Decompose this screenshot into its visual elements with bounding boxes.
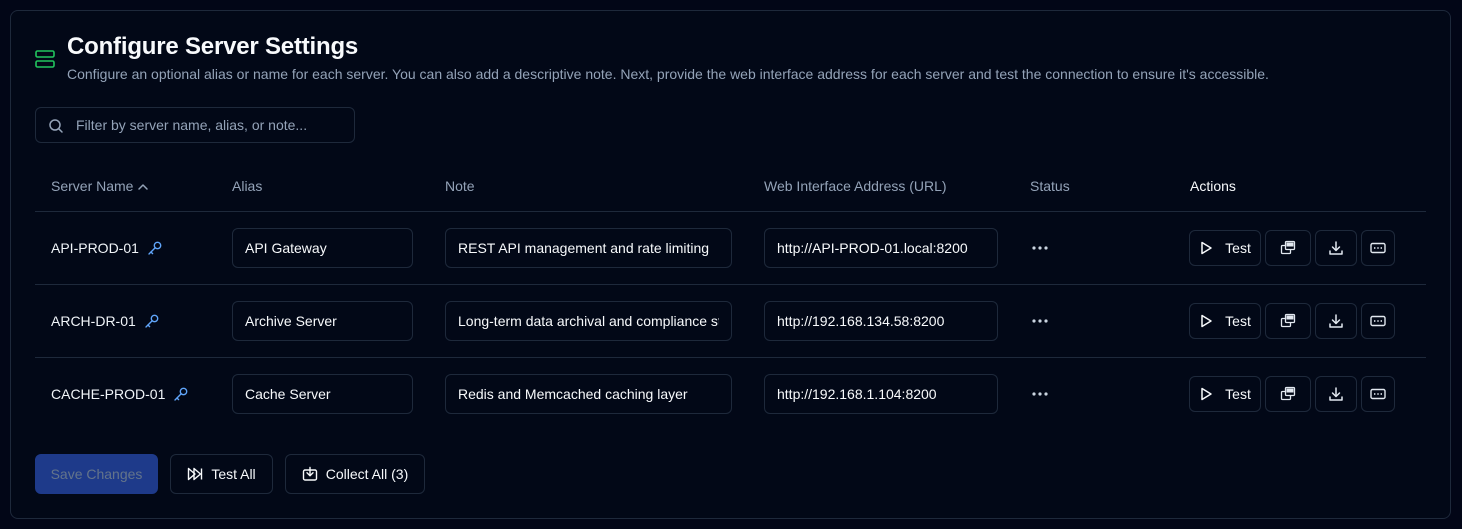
- server-icon: [35, 50, 55, 68]
- key-icon[interactable]: [144, 313, 160, 329]
- download-icon: [1329, 387, 1343, 401]
- save-changes-button[interactable]: Save Changes: [35, 454, 158, 494]
- note-input[interactable]: [445, 374, 732, 414]
- test-button[interactable]: Test: [1189, 230, 1261, 266]
- terminal-icon: [1370, 315, 1386, 327]
- alias-input[interactable]: [232, 374, 413, 414]
- server-name: CACHE-PROD-01: [51, 386, 166, 402]
- test-all-button[interactable]: Test All: [170, 454, 273, 494]
- terminal-icon: [1370, 242, 1386, 254]
- collect-icon: [302, 466, 317, 481]
- key-icon[interactable]: [173, 386, 189, 402]
- download-icon: [1329, 314, 1343, 328]
- download-button[interactable]: [1315, 230, 1357, 266]
- terminal-button[interactable]: [1361, 230, 1395, 266]
- terminal-icon: [1370, 388, 1386, 400]
- download-button[interactable]: [1315, 376, 1357, 412]
- table-row: ARCH-DR-01 Test: [35, 285, 1426, 358]
- play-icon: [1201, 387, 1212, 401]
- server-name-cell: API-PROD-01: [51, 240, 163, 256]
- table-row: API-PROD-01 Test: [35, 212, 1426, 285]
- status-pending-icon: [1032, 392, 1048, 396]
- column-header-note: Note: [445, 178, 475, 194]
- status-pending-icon: [1032, 246, 1048, 250]
- server-name: API-PROD-01: [51, 240, 139, 256]
- windows-icon: [1280, 240, 1296, 255]
- test-button[interactable]: Test: [1189, 376, 1261, 412]
- server-name: ARCH-DR-01: [51, 313, 136, 329]
- alias-input[interactable]: [232, 301, 413, 341]
- page-title: Configure Server Settings: [67, 33, 359, 60]
- server-name-cell: CACHE-PROD-01: [51, 386, 189, 402]
- column-header-url: Web Interface Address (URL): [764, 178, 947, 194]
- table-header: Server Name Alias Note Web Interface Add…: [35, 161, 1426, 212]
- url-input[interactable]: [764, 301, 998, 341]
- terminal-button[interactable]: [1361, 376, 1395, 412]
- column-header-actions: Actions: [1190, 178, 1236, 194]
- note-input[interactable]: [445, 301, 732, 341]
- windows-icon: [1280, 313, 1296, 328]
- collect-all-button[interactable]: Collect All (3): [285, 454, 425, 494]
- open-remote-button[interactable]: [1265, 303, 1311, 339]
- test-button-label: Test: [1225, 240, 1251, 256]
- test-button[interactable]: Test: [1189, 303, 1261, 339]
- server-name-cell: ARCH-DR-01: [51, 313, 160, 329]
- test-all-label: Test All: [211, 466, 256, 482]
- column-label: Server Name: [51, 178, 134, 194]
- search-input[interactable]: [76, 108, 346, 142]
- server-settings-card: Configure Server Settings Configure an o…: [10, 10, 1451, 519]
- sort-ascending-icon: [138, 184, 149, 191]
- terminal-button[interactable]: [1361, 303, 1395, 339]
- url-input[interactable]: [764, 228, 998, 268]
- play-icon: [1201, 314, 1212, 328]
- fast-forward-icon: [188, 467, 203, 481]
- test-button-label: Test: [1225, 386, 1251, 402]
- download-button[interactable]: [1315, 303, 1357, 339]
- windows-icon: [1280, 386, 1296, 401]
- open-remote-button[interactable]: [1265, 230, 1311, 266]
- search-box[interactable]: [35, 107, 355, 143]
- play-icon: [1201, 241, 1212, 255]
- note-input[interactable]: [445, 228, 732, 268]
- search-icon: [49, 119, 63, 133]
- open-remote-button[interactable]: [1265, 376, 1311, 412]
- collect-all-label: Collect All (3): [325, 466, 409, 482]
- table-row: CACHE-PROD-01 Test: [35, 358, 1426, 431]
- column-header-alias: Alias: [232, 178, 263, 194]
- key-icon[interactable]: [147, 240, 163, 256]
- url-input[interactable]: [764, 374, 998, 414]
- column-header-status: Status: [1030, 178, 1070, 194]
- status-pending-icon: [1032, 319, 1048, 323]
- column-header-server-name[interactable]: Server Name: [51, 178, 149, 194]
- download-icon: [1329, 241, 1343, 255]
- test-button-label: Test: [1225, 313, 1251, 329]
- page-subtitle: Configure an optional alias or name for …: [67, 66, 1269, 82]
- alias-input[interactable]: [232, 228, 413, 268]
